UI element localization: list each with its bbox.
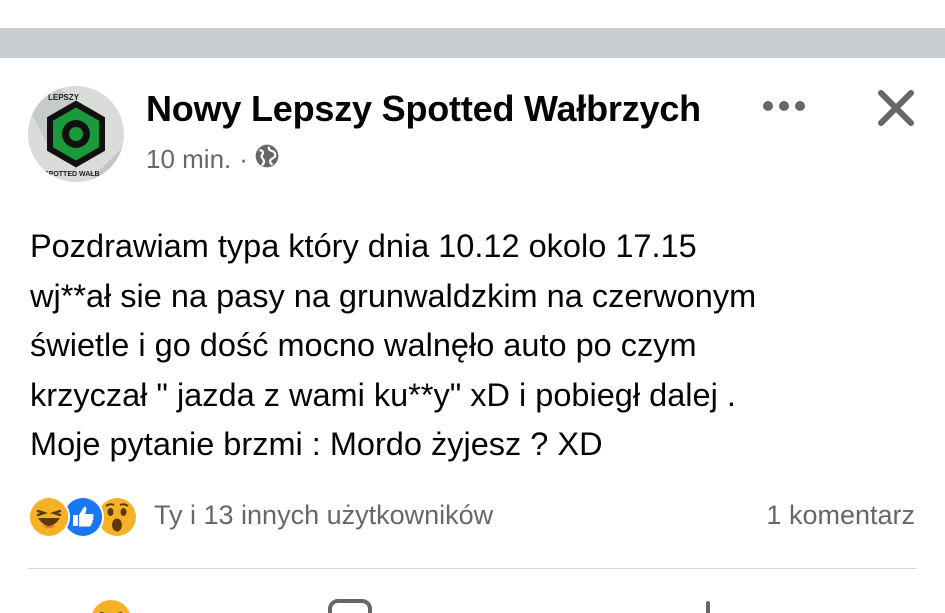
post-line: Pozdrawiam typa który dnia 10.12 okolo 1… <box>30 228 697 264</box>
post-line: świetle i go dość mocno walnęło auto po … <box>30 327 697 363</box>
author-name[interactable]: Nowy Lepszy Spotted Wałbrzych <box>146 88 701 130</box>
post-time[interactable]: 10 min. <box>146 144 231 175</box>
divider <box>28 568 917 569</box>
hex-nut-logo-icon: LEPSZY SPOTTED WAŁB <box>28 86 124 182</box>
top-gap <box>0 0 945 28</box>
post-line: krzyczał " jazda z wami ku**y" xD i pobi… <box>30 376 736 413</box>
post-meta: 10 min. · <box>146 143 280 176</box>
react-icon[interactable] <box>86 595 136 613</box>
comment-count[interactable]: 1 komentarz <box>766 500 915 531</box>
reaction-icons[interactable] <box>28 496 138 538</box>
globe-icon[interactable] <box>254 143 280 176</box>
reaction-summary[interactable]: Ty i 13 innych użytkowników <box>154 500 493 531</box>
more-dots-icon[interactable] <box>760 88 808 124</box>
post-line: Moje pytanie brzmi : Mordo żyjesz ? XD <box>30 426 603 462</box>
avatar-text-top: LEPSZY <box>48 93 80 102</box>
screen: LEPSZY SPOTTED WAŁB Nowy Lepszy Spotted … <box>0 0 945 613</box>
share-icon[interactable] <box>700 595 750 613</box>
close-icon[interactable] <box>872 84 920 132</box>
post-body: Pozdrawiam typa który dnia 10.12 okolo 1… <box>30 222 920 470</box>
feed-separator-band <box>0 28 945 58</box>
page-avatar[interactable]: LEPSZY SPOTTED WAŁB <box>28 86 124 182</box>
comment-icon[interactable] <box>325 595 375 613</box>
meta-separator: · <box>239 144 248 174</box>
haha-icon <box>28 496 70 538</box>
post-line: wj**ał sie na pasy na grunwaldzkim na cz… <box>30 277 757 314</box>
